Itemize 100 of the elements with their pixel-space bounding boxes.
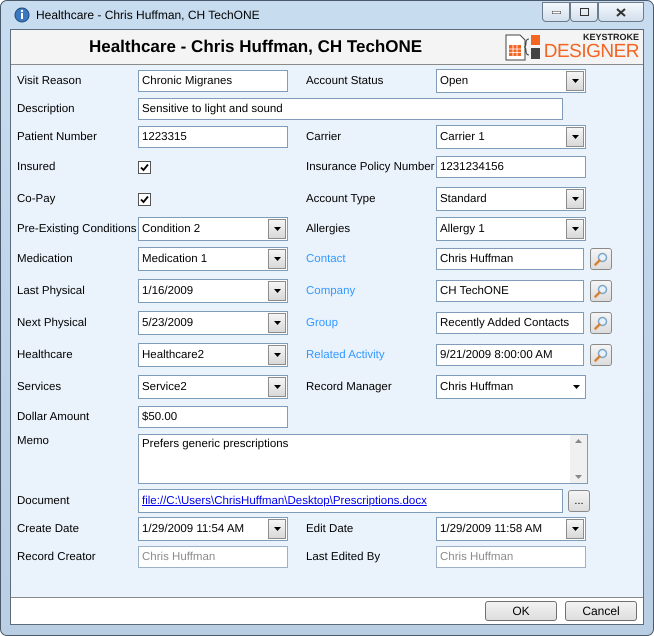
scroll-down-icon[interactable] [575, 475, 582, 479]
app-icon [14, 7, 30, 23]
field-label: Create Date [17, 523, 80, 535]
caret-icon [572, 79, 578, 83]
dialog-button[interactable]: OK [485, 601, 557, 621]
dropdown-button[interactable] [268, 313, 286, 333]
dropdown-button[interactable] [268, 281, 286, 301]
dropdown-field[interactable]: Service2 [138, 375, 288, 399]
dropdown-field[interactable]: Open [436, 69, 586, 93]
memo-field[interactable]: Prefers generic prescriptions [138, 434, 588, 484]
caret-icon [274, 257, 280, 261]
minimize-button[interactable] [542, 2, 570, 22]
search-icon [594, 284, 608, 298]
dialog-button[interactable]: Cancel [565, 601, 637, 621]
field-label: Services [17, 381, 62, 393]
dropdown-button[interactable] [268, 377, 286, 397]
logo-text: KEYSTROKE [582, 33, 639, 42]
field-label: Next Physical [17, 317, 88, 329]
dropdown-button[interactable] [268, 249, 286, 269]
header-title: Healthcare - Chris Huffman, CH TechONE [89, 37, 424, 57]
dropdown-field[interactable]: Healthcare2 [138, 343, 288, 367]
spreadsheet-icon [504, 33, 542, 61]
dropdown-field[interactable]: Medication 1 [138, 247, 288, 271]
field-label: Memo [17, 434, 50, 447]
field-label: Dollar Amount [17, 411, 90, 423]
field-label: Insured [17, 161, 56, 173]
text-field[interactable]: Sensitive to light and sound [138, 98, 563, 120]
dropdown-button[interactable] [268, 219, 286, 239]
dropdown-field[interactable]: 1/29/2009 11:58 AM [436, 517, 586, 541]
text-field[interactable]: 9/21/2009 8:00:00 AM [436, 344, 584, 366]
field-label: Last Physical [17, 285, 86, 297]
search-icon [594, 316, 608, 330]
field-label: Document [17, 495, 70, 507]
dropdown-field[interactable]: Condition 2 [138, 217, 288, 241]
search-icon [594, 348, 608, 362]
caret-icon [572, 197, 578, 201]
checkbox[interactable] [138, 160, 151, 174]
field-label: Carrier [306, 131, 342, 143]
field-label: Insurance Policy Number [306, 161, 436, 173]
dropdown-button[interactable] [566, 71, 584, 91]
caret-icon [572, 385, 580, 389]
caret-icon [274, 227, 280, 231]
caret-icon [572, 527, 578, 531]
dropdown-button[interactable] [566, 519, 584, 539]
close-button[interactable] [598, 2, 644, 22]
dropdown-field[interactable]: 5/23/2009 [138, 311, 288, 335]
lookup-button[interactable] [590, 248, 612, 270]
window-title: Healthcare - Chris Huffman, CH TechONE [36, 8, 261, 22]
dropdown-button[interactable] [566, 189, 584, 209]
field-label: Allergies [306, 223, 352, 235]
dropdown-button[interactable] [566, 219, 584, 239]
field-label: Account Status [306, 75, 384, 87]
logo-text: DESIGNER [544, 42, 639, 61]
browse-button[interactable]: ... [568, 490, 590, 512]
caret-icon [572, 135, 578, 139]
dropdown-button[interactable] [566, 127, 584, 147]
text-field[interactable]: $50.00 [138, 406, 288, 428]
text-field[interactable]: Chris Huffman [436, 248, 584, 270]
caret-icon [274, 353, 280, 357]
file-link[interactable]: file://C:\Users\ChrisHuffman\Desktop\Prescriptions.docx [142, 495, 427, 507]
field-label: Patient Number [17, 131, 98, 143]
scroll-up-icon[interactable] [575, 439, 582, 443]
dropdown-field[interactable]: 1/29/2009 11:54 AM [138, 517, 288, 541]
text-field[interactable]: 1231234156 [436, 156, 586, 178]
dropdown-field[interactable]: Standard [436, 187, 586, 211]
field-label: Record Manager [306, 381, 393, 393]
field-label: Co-Pay [17, 193, 56, 205]
maximize-button[interactable] [570, 2, 598, 22]
lookup-button[interactable] [590, 280, 612, 302]
dropdown-button[interactable] [268, 345, 286, 365]
dropdown-button[interactable] [268, 519, 286, 539]
minimize-icon [552, 10, 560, 14]
scrollbar[interactable] [570, 435, 587, 483]
lookup-button[interactable] [590, 344, 612, 366]
caret-icon [274, 289, 280, 293]
field-label: Pre-Existing Conditions [17, 223, 138, 235]
text-field[interactable]: CH TechONE [436, 280, 584, 302]
text-field[interactable]: Recently Added Contacts [436, 312, 584, 334]
caret-icon [274, 527, 280, 531]
field-label: Visit Reason [17, 75, 82, 87]
caret-icon [572, 227, 578, 231]
field-label: Last Edited By [306, 551, 382, 563]
text-field[interactable]: Chronic Migranes [138, 70, 288, 92]
dropdown-field[interactable]: Allergy 1 [436, 217, 586, 241]
text-field[interactable]: 1223315 [138, 126, 288, 148]
document-field[interactable]: file://C:\Users\ChrisHuffman\Desktop\Prescriptions.docx [138, 489, 563, 513]
field-label: Record Creator [17, 551, 97, 563]
dropdown-field[interactable]: Carrier 1 [436, 125, 586, 149]
search-icon [594, 252, 608, 266]
checkbox[interactable] [138, 192, 151, 206]
field-label: Edit Date [306, 523, 354, 535]
field-label: Medication [17, 253, 74, 265]
close-icon [616, 8, 626, 16]
caret-icon [274, 321, 280, 325]
dropdown-field[interactable]: Chris Huffman [436, 375, 586, 399]
maximize-icon [580, 8, 588, 16]
lookup-button[interactable] [590, 312, 612, 334]
field-label: Healthcare [17, 349, 74, 361]
dropdown-field[interactable]: 1/16/2009 [138, 279, 288, 303]
field-label: Account Type [306, 193, 376, 205]
